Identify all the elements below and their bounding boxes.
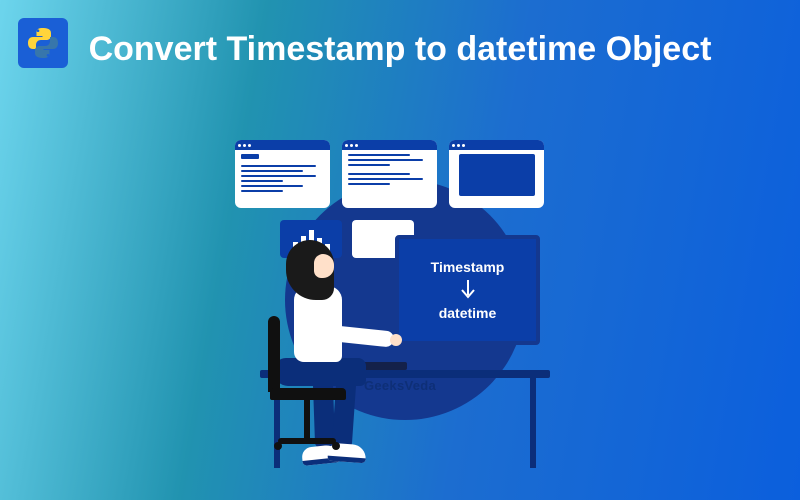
watermark-text: GeeksVeda: [364, 378, 436, 393]
block-window-icon: [449, 140, 544, 208]
chair-back: [268, 316, 280, 392]
illustration-scene: Timestamp datetime: [200, 140, 600, 500]
python-logo-icon: [25, 25, 61, 61]
person-illustration: [240, 240, 420, 480]
monitor-top-label: Timestamp: [431, 259, 505, 275]
code-window-icon: [235, 140, 330, 208]
chair-pole: [304, 400, 310, 440]
monitor-stand: [460, 345, 476, 367]
floating-windows-row: [235, 140, 544, 208]
chair-base: [278, 438, 336, 444]
chair-seat: [270, 388, 346, 400]
list-window-icon: [342, 140, 437, 208]
monitor-bottom-label: datetime: [439, 305, 497, 321]
python-logo-badge: [18, 18, 68, 68]
arrow-down-icon: [459, 279, 477, 301]
page-title: Convert Timestamp to datetime Object: [80, 28, 720, 71]
chair-wheel: [332, 442, 340, 450]
chair-wheel: [274, 442, 282, 450]
